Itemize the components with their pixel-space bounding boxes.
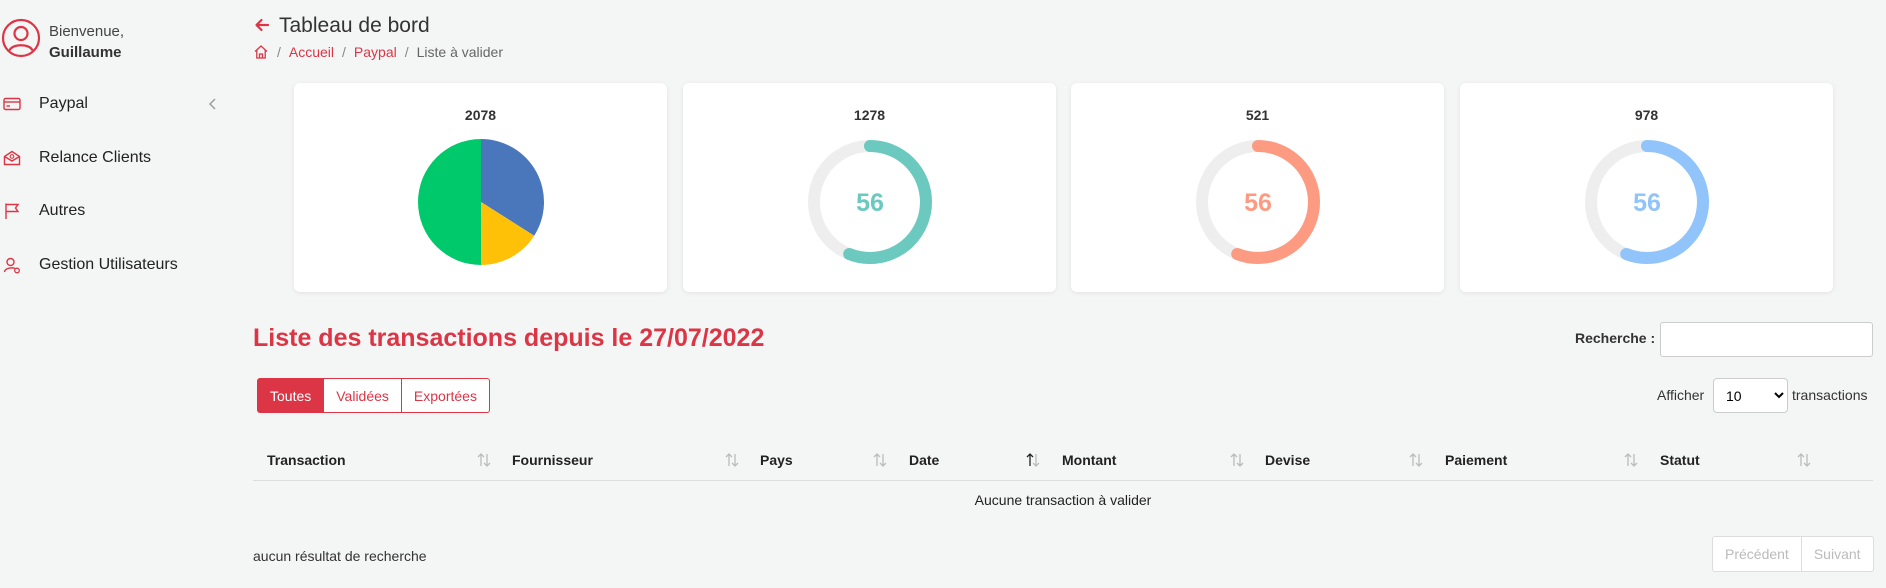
gauge-chart: 56 xyxy=(1585,140,1709,264)
previous-button[interactable]: Précédent xyxy=(1712,536,1802,572)
sort-icon[interactable] xyxy=(872,451,888,469)
page-title: Tableau de bord xyxy=(279,14,430,37)
column-header-fournisseur[interactable]: Fournisseur xyxy=(512,439,593,481)
gauge-value: 56 xyxy=(1244,189,1272,217)
stat-card-4: 978 56 xyxy=(1460,83,1833,292)
stat-card-total: 2078 xyxy=(294,83,667,292)
sidebar-item-label: Paypal xyxy=(39,95,88,112)
column-header-date[interactable]: Date xyxy=(909,439,939,481)
chevron-left-icon[interactable] xyxy=(204,95,222,113)
card-number: 521 xyxy=(1245,107,1270,123)
gauge-value: 56 xyxy=(1633,189,1661,217)
filter-toutes-button[interactable]: Toutes xyxy=(257,378,325,413)
length-suffix: transactions xyxy=(1792,387,1868,403)
column-header-statut[interactable]: Statut xyxy=(1660,439,1700,481)
pie-chart xyxy=(418,139,544,265)
home-icon[interactable] xyxy=(253,44,269,60)
breadcrumb: / Accueil / Paypal / Liste à valider xyxy=(253,44,503,60)
sidebar: Bienvenue, Guillaume Paypal Relance Clie… xyxy=(0,0,235,588)
user-gear-icon xyxy=(2,255,22,275)
column-header-devise[interactable]: Devise xyxy=(1265,439,1310,481)
sidebar-item-relance-clients[interactable]: Relance Clients xyxy=(0,138,225,178)
sort-icon[interactable] xyxy=(1796,451,1812,469)
breadcrumb-separator: / xyxy=(342,44,346,60)
breadcrumb-paypal[interactable]: Paypal xyxy=(354,44,397,60)
column-header-transaction[interactable]: Transaction xyxy=(267,439,346,481)
gauge-chart: 56 xyxy=(808,140,932,264)
breadcrumb-separator: / xyxy=(277,44,281,60)
next-button[interactable]: Suivant xyxy=(1800,536,1874,572)
card-number: 2078 xyxy=(464,107,497,123)
column-header-paiement[interactable]: Paiement xyxy=(1445,439,1507,481)
sort-ascending-icon[interactable] xyxy=(1025,451,1041,469)
sort-icon[interactable] xyxy=(1229,451,1245,469)
arrow-left-icon[interactable] xyxy=(253,16,271,34)
credit-card-icon xyxy=(2,94,22,114)
stat-card-2: 1278 56 xyxy=(683,83,1056,292)
section-title: Liste des transactions depuis le 27/07/2… xyxy=(253,324,765,352)
sidebar-item-label: Relance Clients xyxy=(39,149,152,166)
sidebar-item-label: Autres xyxy=(39,202,86,219)
breadcrumb-separator: / xyxy=(404,44,409,60)
sidebar-item-autres[interactable]: Autres xyxy=(0,191,225,231)
filter-button-group: Toutes Validées Exportées xyxy=(257,378,490,413)
mail-open-icon xyxy=(2,148,22,168)
search-input[interactable] xyxy=(1660,322,1873,357)
table-header: Transaction Fournisseur Pays Date Montant Dev… xyxy=(253,439,1873,481)
breadcrumb-accueil[interactable]: Accueil xyxy=(289,44,334,60)
sidebar-item-label: Gestion Utilisateurs xyxy=(39,256,178,273)
sidebar-item-paypal[interactable]: Paypal xyxy=(0,84,225,124)
length-label: Afficher xyxy=(1657,387,1705,403)
user-name: Guillaume xyxy=(49,44,122,61)
sidebar-item-gestion-utilisateurs[interactable]: Gestion Utilisateurs xyxy=(0,245,225,285)
table-empty-row: Aucune transaction à valider xyxy=(974,492,1152,508)
user-greeting: Bienvenue, Guillaume xyxy=(49,21,124,63)
gauge-value: 56 xyxy=(856,189,884,217)
sort-icon[interactable] xyxy=(476,451,492,469)
user-circle-icon[interactable] xyxy=(1,18,41,58)
sort-icon[interactable] xyxy=(724,451,740,469)
breadcrumb-current: Liste à valider xyxy=(416,44,504,60)
user-profile: Bienvenue, Guillaume xyxy=(0,18,124,63)
stat-card-3: 521 56 xyxy=(1071,83,1444,292)
gauge-chart: 56 xyxy=(1196,140,1320,264)
sort-icon[interactable] xyxy=(1623,451,1639,469)
column-header-montant[interactable]: Montant xyxy=(1062,439,1116,481)
table-info: aucun résultat de recherche xyxy=(253,548,427,564)
card-number: 1278 xyxy=(853,107,886,123)
search-label: Recherche : xyxy=(1575,330,1656,346)
flag-icon xyxy=(2,201,22,221)
pie-slice-2 xyxy=(418,139,481,265)
greeting-text: Bienvenue, xyxy=(49,23,125,40)
filter-exportees-button[interactable]: Exportées xyxy=(400,378,490,413)
app: Bienvenue, Guillaume Paypal Relance Clie… xyxy=(0,0,1886,588)
sort-icon[interactable] xyxy=(1408,451,1424,469)
card-number: 978 xyxy=(1634,107,1659,123)
page-length-select[interactable]: 102550100 xyxy=(1713,378,1788,413)
filter-validees-button[interactable]: Validées xyxy=(323,378,402,413)
pagination: Précédent Suivant xyxy=(1712,536,1874,572)
column-header-pays[interactable]: Pays xyxy=(760,439,793,481)
